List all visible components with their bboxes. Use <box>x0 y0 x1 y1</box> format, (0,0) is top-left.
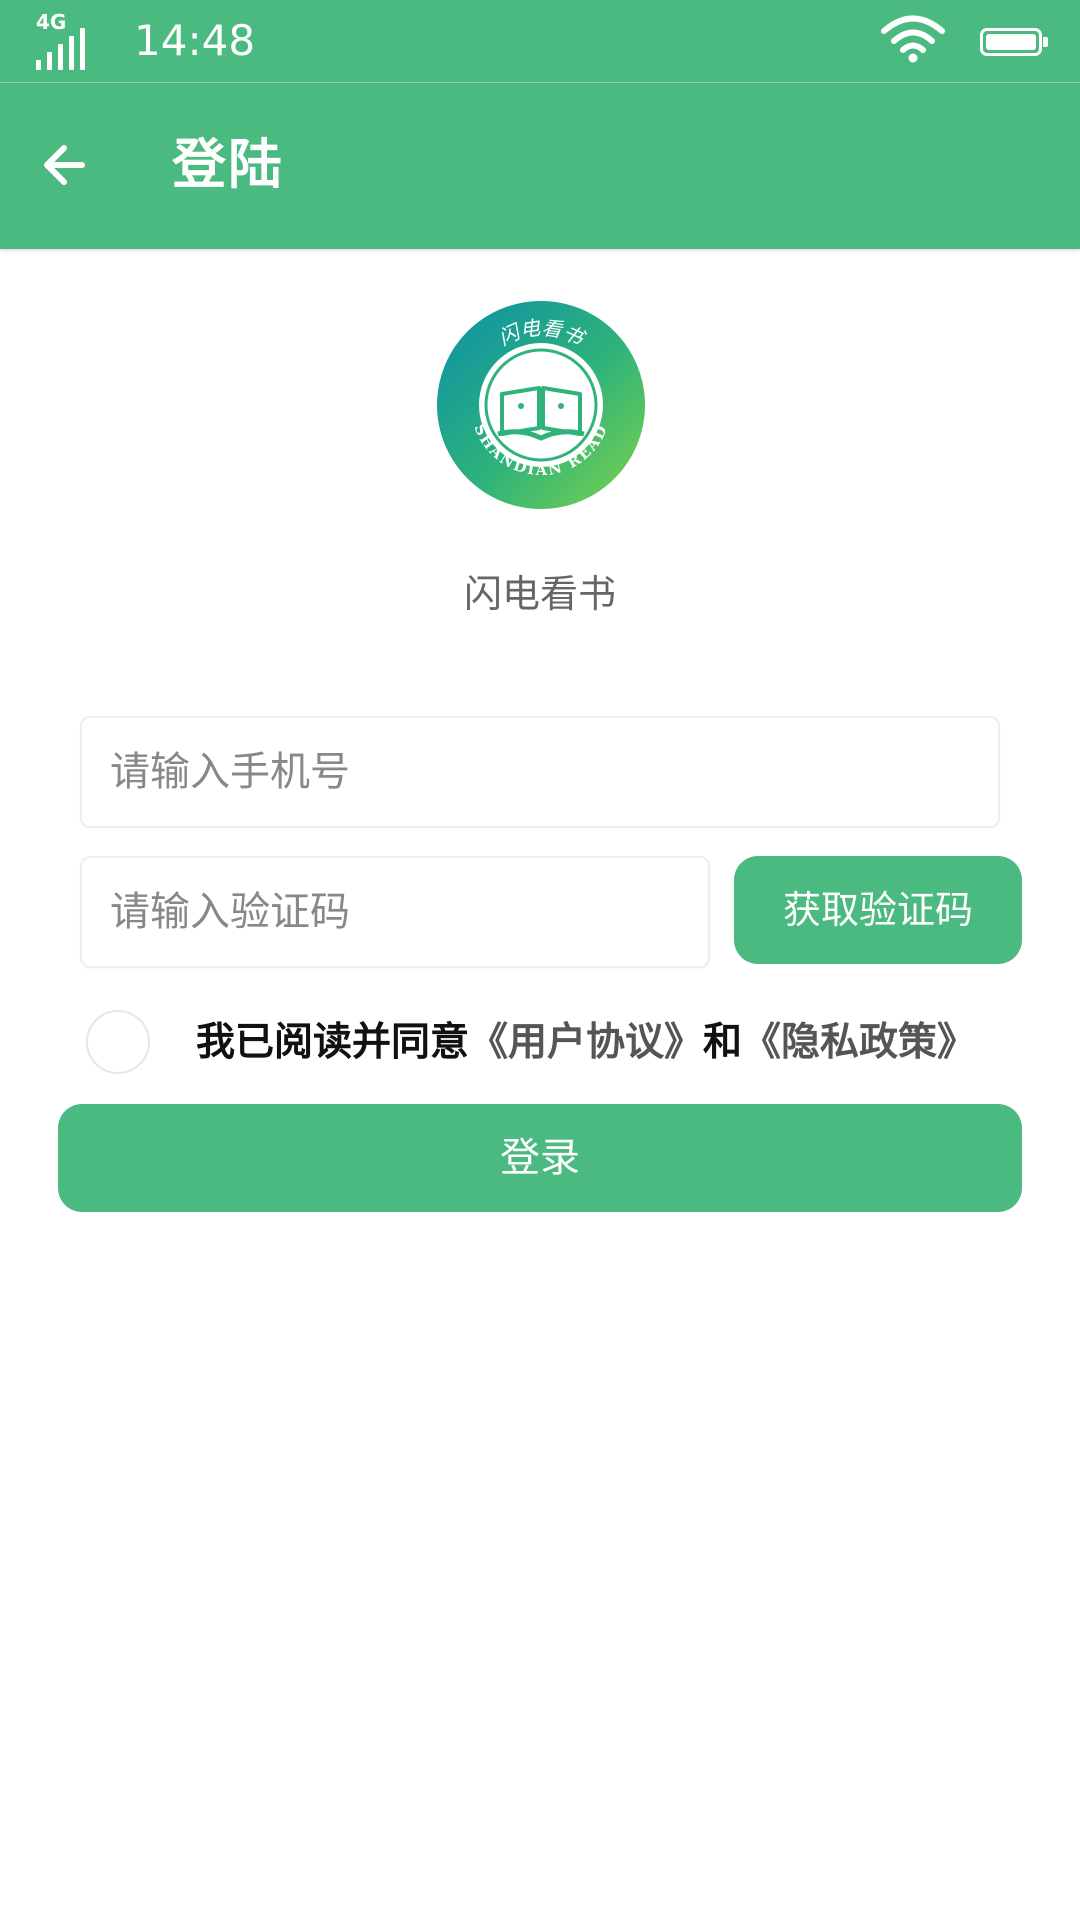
back-arrow-icon[interactable] <box>38 137 94 193</box>
phone-field[interactable] <box>80 716 1000 828</box>
battery-icon <box>980 28 1048 56</box>
app-logo: 闪电看书 SHANDIAN READ <box>437 301 645 509</box>
login-button[interactable]: 登录 <box>58 1104 1022 1212</box>
status-time: 14:48 <box>134 16 256 65</box>
phone-input[interactable] <box>82 718 998 826</box>
user-agreement-link[interactable]: 《用户协议》 <box>469 1020 703 1065</box>
privacy-policy-link[interactable]: 《隐私政策》 <box>742 1020 976 1065</box>
app-bar: 登陆 <box>0 83 1080 249</box>
agreement-text: 我已阅读并同意《用户协议》和《隐私政策》 <box>196 1016 976 1070</box>
get-code-button[interactable]: 获取验证码 <box>734 856 1022 964</box>
network-type: 4G <box>36 10 67 34</box>
agreement-checkbox[interactable] <box>86 1010 150 1074</box>
agreement-row: 我已阅读并同意《用户协议》和《隐私政策》 <box>86 1010 1046 1076</box>
app-name: 闪电看书 <box>463 572 616 616</box>
code-field[interactable] <box>80 856 710 968</box>
wifi-icon <box>881 15 945 63</box>
agreement-conjunction: 和 <box>703 1020 743 1065</box>
agreement-prefix: 我已阅读并同意 <box>196 1020 470 1065</box>
status-bar: 4G 14:48 <box>0 0 1080 83</box>
page-title: 登陆 <box>172 133 284 196</box>
signal-icon: 4G <box>36 12 96 70</box>
verification-code-input[interactable] <box>82 858 708 966</box>
